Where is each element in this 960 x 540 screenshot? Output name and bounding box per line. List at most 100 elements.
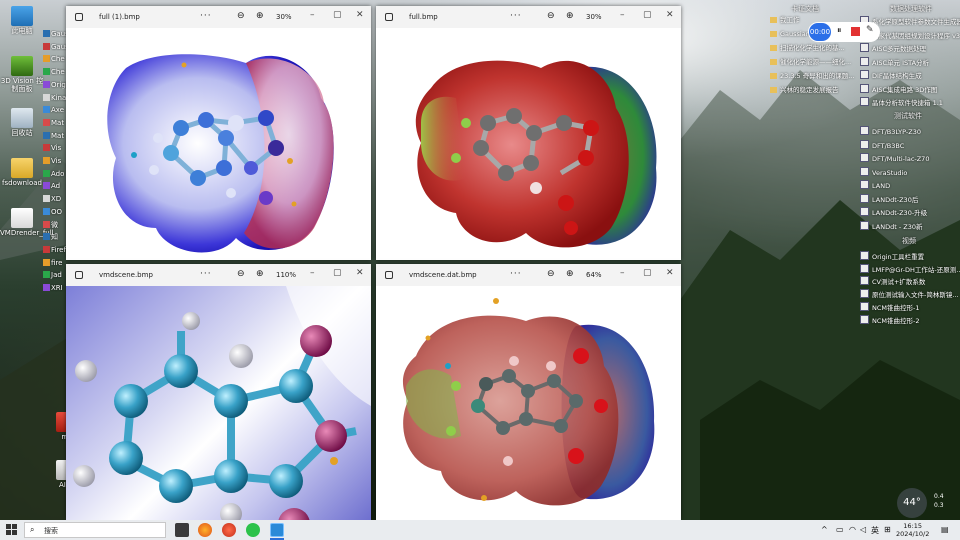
image-canvas[interactable] bbox=[376, 28, 681, 260]
photos-taskbar-icon[interactable] bbox=[270, 523, 284, 537]
side-desktop-icon[interactable]: Kina bbox=[43, 93, 67, 102]
image-canvas[interactable] bbox=[66, 286, 371, 520]
side-desktop-icon[interactable]: Firef bbox=[43, 245, 67, 254]
side-desktop-icon[interactable]: 知 bbox=[43, 233, 67, 241]
shortcut-item[interactable]: AISC单元 ISTA分析 bbox=[860, 56, 929, 67]
shortcut-item[interactable]: AISC集成电路 3D作图 bbox=[860, 83, 937, 94]
side-desktop-icon[interactable]: 微 bbox=[43, 220, 67, 229]
shortcut-item[interactable]: LAND bbox=[860, 180, 890, 190]
desktop-icon-recycle-bin[interactable]: 回收站 bbox=[0, 108, 44, 137]
minimize-button[interactable]: – bbox=[310, 10, 315, 20]
shortcut-item[interactable]: LANDdt-Z30后 bbox=[860, 193, 918, 204]
shortcut-item[interactable]: LMFP@Gr-DH工作站-还原测... bbox=[860, 263, 960, 274]
desktop-icon-this-pc[interactable]: 此电脑 bbox=[0, 6, 44, 35]
side-desktop-icon[interactable]: Che bbox=[43, 55, 67, 63]
minimize-button[interactable]: – bbox=[620, 10, 625, 20]
zoom-out-icon[interactable]: ⊖ bbox=[547, 269, 555, 279]
side-desktop-icon[interactable]: Axe bbox=[43, 106, 67, 114]
image-canvas[interactable] bbox=[66, 28, 371, 260]
close-button[interactable]: ✕ bbox=[356, 10, 364, 20]
zoom-in-icon[interactable]: ⊕ bbox=[256, 11, 264, 21]
side-desktop-icon[interactable]: Jad bbox=[43, 271, 67, 279]
ime-indicator[interactable]: 英 bbox=[871, 525, 879, 536]
pause-icon[interactable]: ⏸ bbox=[837, 26, 842, 36]
volume-icon[interactable]: ◁ bbox=[860, 525, 866, 534]
title-bar[interactable]: full (1).bmp ··· ⊖ ⊕ 30% – ▢ ✕ bbox=[66, 6, 371, 28]
side-desktop-icon[interactable]: Mat bbox=[43, 131, 67, 140]
taskbar-search-box[interactable]: ⌕ 搜索 bbox=[24, 522, 166, 538]
zoom-out-icon[interactable]: ⊖ bbox=[547, 11, 555, 21]
system-clock[interactable]: 16:15 2024/10/2 bbox=[896, 522, 929, 538]
more-options-button[interactable]: ··· bbox=[510, 269, 522, 279]
shortcut-item[interactable]: 原位测试输入文件-简林斯镜... bbox=[860, 289, 959, 299]
shortcut-item[interactable]: NCM锥曲控形-2 bbox=[860, 314, 920, 325]
side-desktop-icon[interactable]: XD bbox=[43, 195, 67, 203]
side-desktop-icon[interactable]: XRI bbox=[43, 284, 67, 292]
browser-icon[interactable] bbox=[222, 523, 236, 537]
shortcut-item[interactable]: DIF晶体结构生成 bbox=[860, 70, 922, 80]
close-button[interactable]: ✕ bbox=[666, 10, 674, 20]
side-desktop-icon[interactable]: Gaus bbox=[43, 42, 67, 51]
zoom-in-icon[interactable]: ⊕ bbox=[256, 269, 264, 279]
weather-widget[interactable]: 44° bbox=[897, 488, 927, 518]
more-options-button[interactable]: ··· bbox=[510, 11, 522, 21]
shortcut-item[interactable]: DFT/Multi-lac-Z70 bbox=[860, 153, 929, 163]
minimize-button[interactable]: – bbox=[310, 268, 315, 278]
shortcut-item[interactable]: DFT/B3LYP-Z30 bbox=[860, 126, 921, 136]
more-options-button[interactable]: ··· bbox=[200, 269, 212, 279]
shortcut-item[interactable]: 晶体分析软件快捷箱 1.1 bbox=[860, 97, 943, 107]
shortcut-item[interactable]: LANDdt-Z30-升级 bbox=[860, 207, 927, 217]
shortcut-item[interactable]: 兴林的稳定发展报告 bbox=[770, 86, 839, 94]
side-desktop-icon[interactable]: Ado bbox=[43, 169, 67, 178]
windows-start-icon[interactable] bbox=[6, 524, 17, 535]
notification-icon[interactable]: ▤ bbox=[941, 525, 949, 534]
close-button[interactable]: ✕ bbox=[356, 268, 364, 278]
chevron-up-icon[interactable]: ^ bbox=[821, 525, 828, 534]
title-bar[interactable]: vmdscene.dat.bmp ··· ⊖ ⊕ 64% – ▢ ✕ bbox=[376, 264, 681, 286]
side-desktop-icon[interactable]: Che bbox=[43, 68, 67, 76]
shortcut-item[interactable]: LANDdt - Z30新 bbox=[860, 220, 922, 231]
title-bar[interactable]: vmdscene.bmp ··· ⊖ ⊕ 110% – ▢ ✕ bbox=[66, 264, 371, 286]
image-viewer-window-vmdscene-dat[interactable]: vmdscene.dat.bmp ··· ⊖ ⊕ 64% – ▢ ✕ bbox=[376, 264, 681, 520]
side-desktop-icon[interactable]: Vis bbox=[43, 157, 67, 165]
shortcut-item[interactable]: 扫描化化学生化的基... bbox=[770, 44, 845, 52]
shortcut-item[interactable]: VeraStudio bbox=[860, 166, 907, 177]
battery-icon[interactable]: ▭ bbox=[836, 525, 844, 534]
maximize-button[interactable]: ▢ bbox=[333, 10, 342, 20]
side-desktop-icon[interactable]: fire bbox=[43, 258, 67, 267]
task-view-icon[interactable] bbox=[175, 523, 189, 537]
shortcut-item[interactable]: DFT/B3BC bbox=[860, 139, 904, 150]
desktop-icon-vmdrender[interactable]: VMDrender_full bbox=[0, 208, 54, 237]
zoom-out-icon[interactable]: ⊖ bbox=[237, 11, 245, 21]
minimize-button[interactable]: – bbox=[620, 268, 625, 278]
image-viewer-window-full1[interactable]: full (1).bmp ··· ⊖ ⊕ 30% – ▢ ✕ bbox=[66, 6, 371, 260]
side-desktop-icon[interactable]: Gaus bbox=[43, 30, 67, 38]
shortcut-item[interactable]: 23.3.5 奇异和出的课题... bbox=[770, 72, 854, 80]
side-desktop-icon[interactable]: Origi bbox=[43, 80, 67, 89]
screen-recorder-widget[interactable]: 00:00 ⏸ ✎ bbox=[808, 22, 880, 42]
pen-icon[interactable]: ✎ bbox=[866, 25, 874, 35]
desktop-icon-fsdownload[interactable]: fsdownload bbox=[0, 158, 44, 187]
side-desktop-icon[interactable]: Mat bbox=[43, 118, 67, 127]
side-desktop-icon[interactable]: Ad bbox=[43, 182, 67, 190]
title-bar[interactable]: full.bmp ··· ⊖ ⊕ 30% – ▢ ✕ bbox=[376, 6, 681, 28]
maximize-button[interactable]: ▢ bbox=[643, 10, 652, 20]
side-desktop-icon[interactable]: Vis bbox=[43, 144, 67, 152]
wechat-icon[interactable] bbox=[246, 523, 260, 537]
zoom-out-icon[interactable]: ⊖ bbox=[237, 269, 245, 279]
more-options-button[interactable]: ··· bbox=[200, 11, 212, 21]
shortcut-item[interactable]: 催化化学能源——细化... bbox=[770, 58, 851, 66]
stop-icon[interactable] bbox=[851, 27, 860, 36]
shortcut-item[interactable]: CV测试+扩散系数 bbox=[860, 276, 925, 286]
ime-mode-icon[interactable]: ⊞ bbox=[884, 525, 891, 534]
close-button[interactable]: ✕ bbox=[666, 268, 674, 278]
image-canvas[interactable] bbox=[376, 286, 681, 520]
zoom-in-icon[interactable]: ⊕ bbox=[566, 269, 574, 279]
shortcut-item[interactable]: NCM锥曲控形-1 bbox=[860, 301, 920, 312]
wifi-icon[interactable]: ◠ bbox=[849, 525, 856, 534]
side-desktop-icon[interactable]: OO bbox=[43, 207, 67, 216]
image-viewer-window-vmdscene[interactable]: vmdscene.bmp ··· ⊖ ⊕ 110% – ▢ ✕ bbox=[66, 264, 371, 520]
image-viewer-window-full[interactable]: full.bmp ··· ⊖ ⊕ 30% – ▢ ✕ bbox=[376, 6, 681, 260]
maximize-button[interactable]: ▢ bbox=[643, 268, 652, 278]
desktop-icon-3d-vision[interactable]: 3D Vision 控制面板 bbox=[0, 56, 44, 93]
